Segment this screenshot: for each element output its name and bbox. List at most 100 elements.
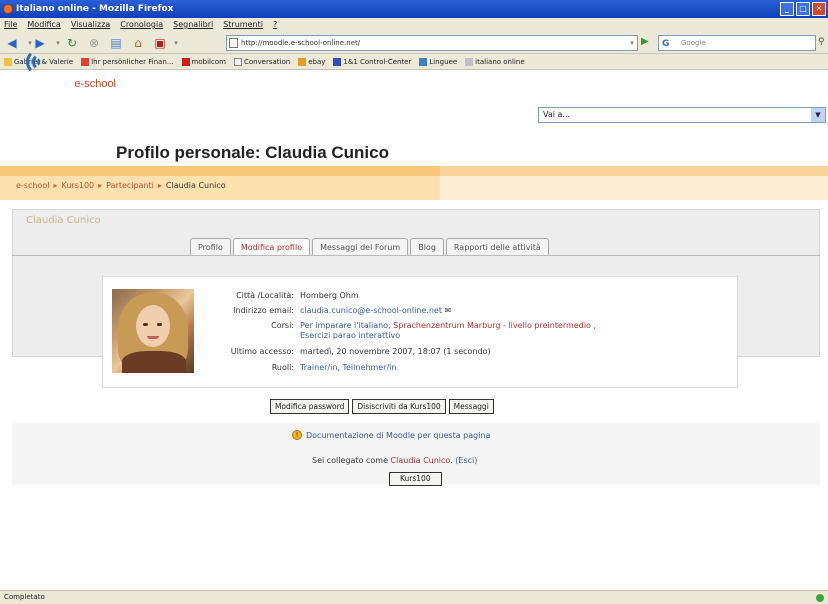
title-bar: Italiano online - Mozilla Firefox _ □ ✕ <box>0 0 828 18</box>
user-photo <box>112 289 194 373</box>
profile-user-name: Claudia Cunico <box>26 215 101 226</box>
course-link-esercizi[interactable]: Esercizi parao interattivo <box>300 330 400 341</box>
menu-cronologia[interactable]: Cronologia <box>120 18 163 32</box>
page-icon <box>229 38 238 48</box>
profile-actions: Modifica password Disiscriviti da Kurs10… <box>270 399 494 414</box>
status-text: Completato <box>4 593 45 601</box>
course-link-italiano[interactable]: Per imparare l'italiano, <box>300 321 391 330</box>
tab-messaggi-forum[interactable]: Messaggi del Forum <box>312 238 409 255</box>
roles-value: Trainer/in, Teilnehmer/in <box>300 363 397 372</box>
breadcrumb-separator-icon: ▸ <box>98 181 103 190</box>
maximize-button[interactable]: □ <box>796 2 810 16</box>
tab-profilo[interactable]: Profilo <box>190 238 231 255</box>
search-box[interactable]: G Google <box>658 35 816 51</box>
folder-icon <box>4 57 12 66</box>
status-icon <box>816 594 824 602</box>
moodle-docs-text: Documentazione di Moodle per questa pagi… <box>306 430 491 440</box>
page-icon <box>233 57 242 66</box>
logo-arc-inner <box>37 57 47 67</box>
band-strip-right <box>440 166 828 176</box>
photo-shoulders <box>122 351 186 373</box>
login-user-link[interactable]: Claudia Cunico <box>391 456 451 465</box>
minimize-button[interactable]: _ <box>780 2 794 16</box>
unenrol-button[interactable]: Disiscriviti da Kurs100 <box>352 399 446 414</box>
photo-mouth <box>147 336 159 339</box>
message-button[interactable]: Messaggi <box>448 399 494 414</box>
bookmark-item[interactable]: mobilcom <box>181 54 226 69</box>
bookmark-item[interactable]: Ihr persönlicher Finan... <box>81 54 174 69</box>
change-password-button[interactable]: Modifica password <box>270 399 350 414</box>
moodle-icon <box>465 57 474 66</box>
last-access-value: martedì, 20 novembre 2007, 18:07 (1 seco… <box>300 347 491 356</box>
status-bar: Completato <box>0 590 828 604</box>
breadcrumb: e-school ▸ Kurs100 ▸ Partecipanti ▸ Claudia Cu… <box>16 181 226 190</box>
city-label: Città /Località: <box>236 291 294 300</box>
addon-icon[interactable]: ▣ <box>152 35 168 51</box>
email-icon[interactable]: ✉ <box>445 306 452 315</box>
bookmark-item[interactable]: italiano online <box>465 54 525 69</box>
bookmark-item[interactable]: Linguee <box>419 54 457 69</box>
jump-to-select[interactable]: Vai a... ▼ <box>538 107 826 123</box>
profile-tabs: Profilo Modifica profilo Messaggi del Fo… <box>190 238 549 255</box>
logo-text: e-school <box>74 78 116 90</box>
courses-label: Corsi: <box>271 321 294 330</box>
address-bar[interactable]: http://moodle.e-school-online.net/ <box>226 35 638 51</box>
bookmarks-toolbar: Gabriel & Valerie Ihr persönlicher Finan… <box>0 54 828 70</box>
email-value: claudia.cunico@e-school-online.net ✉ <box>300 305 451 316</box>
back-arrow-icon[interactable]: ◀ <box>4 35 20 51</box>
breadcrumb-separator-icon: ▸ <box>157 181 162 190</box>
course-link-marburg[interactable]: Sprachenzentrum Marburg - livello preint… <box>393 321 596 330</box>
profile-card <box>102 276 738 388</box>
bookmark-item[interactable]: 1&1 Control-Center <box>333 54 411 69</box>
login-prefix: Sei collegato come <box>312 456 388 465</box>
addon-dropdown-icon[interactable]: ▾ <box>168 35 184 51</box>
go-arrow-icon[interactable]: ▶ <box>641 36 649 47</box>
browser-window: Italiano online - Mozilla Firefox _ □ ✕ … <box>0 0 828 604</box>
menu-strumenti[interactable]: Strumenti <box>223 18 263 32</box>
close-button[interactable]: ✕ <box>812 2 826 16</box>
breadcrumb-separator-icon: ▸ <box>53 181 58 190</box>
tab-divider <box>12 255 820 256</box>
navigation-toolbar: ◀ ▾ ▶ ▾ ↻ ⊗ ▤ ⌂ ▣ ▾ http://moodle.e-scho… <box>0 32 828 54</box>
login-info: Sei collegato come Claudia Cunico. (Esci… <box>312 456 478 465</box>
e-school-logo[interactable]: e-school <box>22 45 116 93</box>
breadcrumb-current: Claudia Cunico <box>165 181 226 190</box>
page-title: Profilo personale: Claudia Cunico <box>116 143 389 162</box>
home-icon[interactable]: ⌂ <box>130 35 146 51</box>
address-dropdown-icon[interactable]: ▾ <box>624 35 640 51</box>
logout-link[interactable]: (Esci) <box>455 456 477 465</box>
help-icon: ! <box>292 430 302 440</box>
window-title: Italiano online - Mozilla Firefox <box>16 4 174 14</box>
bookmark-item[interactable]: Conversation <box>233 54 290 69</box>
menu-visualizza[interactable]: Visualizza <box>71 18 110 32</box>
roles-label: Ruoli: <box>271 363 294 372</box>
window-controls: _ □ ✕ <box>780 2 826 16</box>
menu-modifica[interactable]: Modifica <box>27 18 60 32</box>
menu-help[interactable]: ? <box>273 18 277 32</box>
menu-file[interactable]: File <box>4 18 17 32</box>
moodle-docs-link[interactable]: ! Documentazione di Moodle per questa pa… <box>292 430 490 440</box>
menu-segnalibri[interactable]: Segnalibri <box>173 18 213 32</box>
linguee-icon <box>419 57 428 66</box>
mobilcom-icon <box>181 57 190 66</box>
band-light-area <box>440 176 828 200</box>
photo-face <box>136 305 170 347</box>
firefox-icon <box>3 4 13 14</box>
course-home-button[interactable]: Kurs100 <box>389 472 442 486</box>
tab-modifica-profilo[interactable]: Modifica profilo <box>232 238 311 255</box>
breadcrumb-e-school[interactable]: e-school <box>16 181 49 190</box>
tab-blog[interactable]: Blog <box>410 238 444 255</box>
email-link[interactable]: claudia.cunico@e-school-online.net <box>300 306 442 315</box>
city-value: Homberg Ohm <box>300 291 359 300</box>
control-center-icon <box>333 57 342 66</box>
search-icon[interactable]: ⚲ <box>818 37 825 47</box>
bookmark-item[interactable]: ebay <box>298 54 325 69</box>
menu-bar: File Modifica Visualizza Cronologia Segn… <box>0 18 828 32</box>
breadcrumb-partecipanti[interactable]: Partecipanti <box>106 181 154 190</box>
tab-rapporti-attivita[interactable]: Rapporti delle attività <box>445 238 549 255</box>
page-content: e-school Profilo personale: Claudia Cuni… <box>0 49 828 591</box>
breadcrumb-kurs100[interactable]: Kurs100 <box>61 181 94 190</box>
jump-to-value: Vai a... <box>543 110 571 119</box>
bookmark-page-icon[interactable]: ▤ <box>108 35 124 51</box>
email-label: Indirizzo email: <box>233 306 294 315</box>
